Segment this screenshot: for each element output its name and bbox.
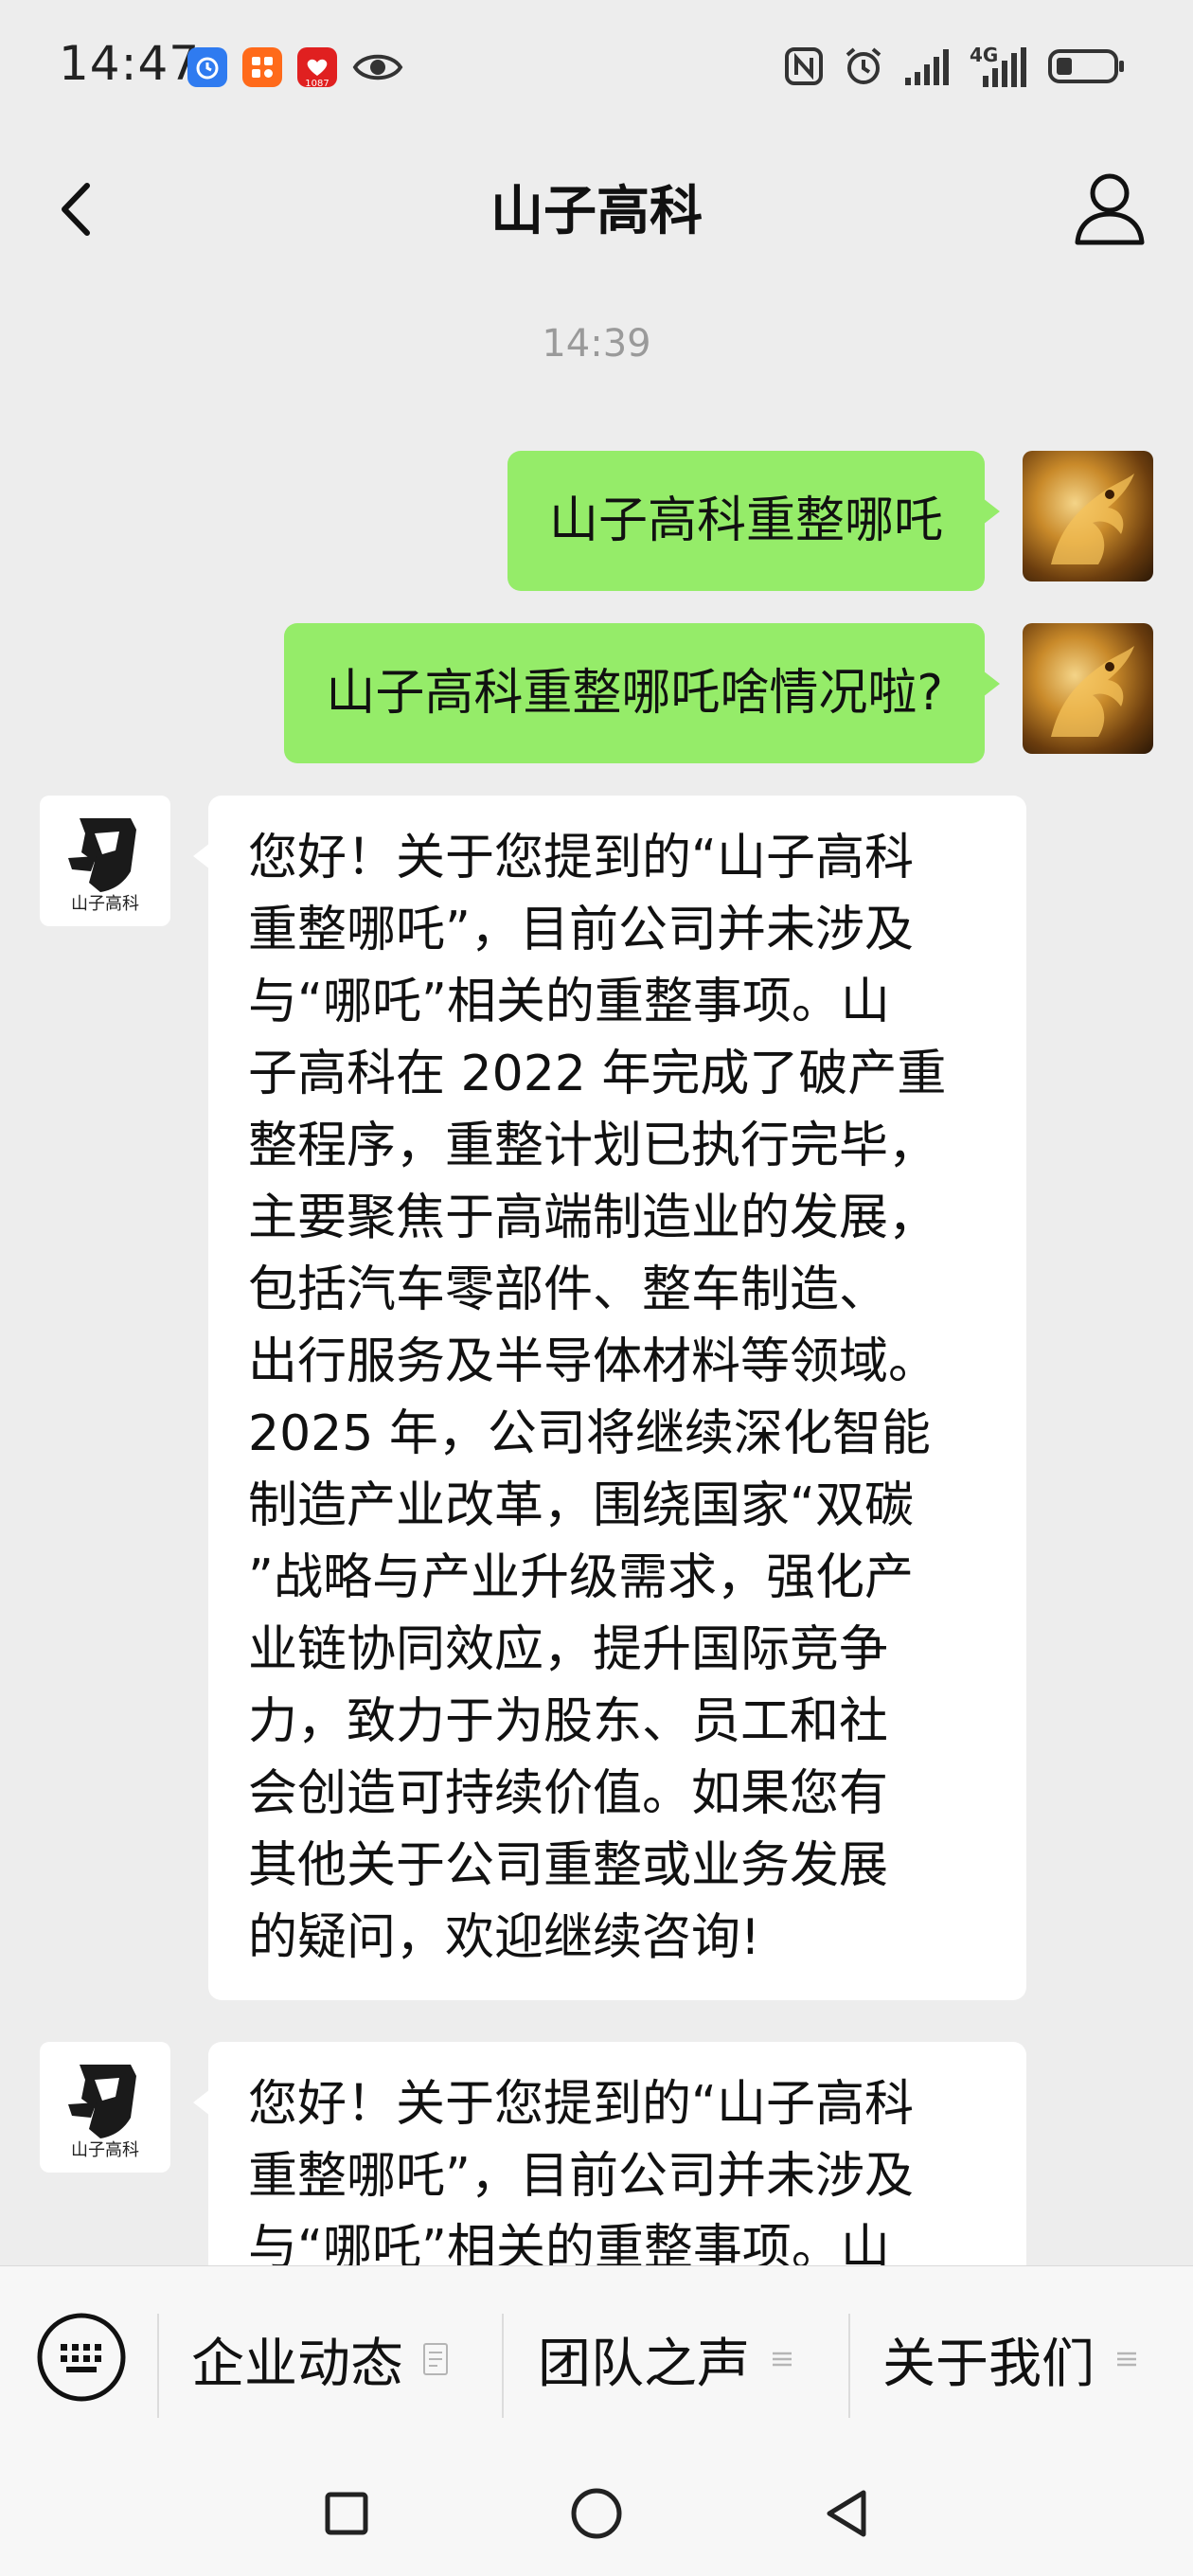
incoming-message[interactable]: 您好！关于您提到的“山子高科 重整哪吒”，目前公司并未涉及 与“哪吒”相关的重整… (193, 2042, 1026, 2265)
message-line: 您好！关于您提到的“山子高科 (248, 830, 914, 886)
message-line: 重整哪吒”，目前公司并未涉及 (248, 902, 914, 958)
menu-item-label: 关于我们 (882, 2333, 1095, 2395)
person-icon (1075, 173, 1145, 245)
recent-apps-button[interactable] (311, 2478, 383, 2549)
menu-item-company-news[interactable]: 企业动态 (191, 2312, 449, 2406)
4g-signal-icon: 4G (970, 44, 1028, 89)
message-line: 整程序，重整计划已执行完毕， (248, 1118, 938, 1174)
menu-item-team-voice[interactable]: 团队之声 (538, 2312, 795, 2406)
pinduoduo-badge: 1087 (305, 79, 329, 89)
eye-icon (352, 47, 403, 87)
menu-item-label: 企业动态 (191, 2333, 403, 2395)
back-nav-button[interactable] (810, 2478, 882, 2549)
message-line: 子高科在 2022 年完成了破产重 (248, 1046, 947, 1102)
message-line: 出行服务及半导体材料等领域。 (248, 1333, 938, 1390)
menu-lines-icon (773, 2352, 792, 2367)
home-circle-icon (571, 2488, 622, 2539)
message-line: 与“哪吒”相关的重整事项。山 (248, 974, 890, 1030)
service-menu-bar: 企业动态 团队之声 关于我们 (0, 2265, 1193, 2452)
message-line: 其他关于公司重整或业务发展 (248, 1837, 889, 1894)
message-line: 您好！关于您提到的“山子高科 (248, 2076, 914, 2133)
message-line: 制造产业改革，围绕国家“双碳 (248, 1477, 914, 1534)
nfc-icon (784, 46, 824, 90)
status-app-icons: 1087 (187, 44, 403, 91)
message-text: 山子高科重整哪吒 (548, 492, 943, 549)
menu-lines-icon (1117, 2352, 1136, 2367)
status-right-icons: 4G (784, 42, 1127, 95)
chat-area[interactable]: 14:39 山子高科重整哪吒 山子高科重整哪吒啥情况啦? 山子高科 您好！关于您… (0, 284, 1193, 2265)
outgoing-message[interactable]: 山子高科重整哪吒 (507, 451, 1001, 591)
logo-text: 山子高科 (71, 894, 139, 914)
menu-divider (502, 2314, 504, 2418)
grid-app-icon (242, 47, 282, 87)
status-bar: 14:47 1087 4G (0, 0, 1193, 133)
document-icon (423, 2343, 448, 2375)
incoming-message[interactable]: 您好！关于您提到的“山子高科 重整哪吒”，目前公司并未涉及 与“哪吒”相关的重整… (193, 796, 1026, 2000)
keyboard-toggle-button[interactable] (34, 2310, 129, 2405)
chat-header: 山子高科 (0, 133, 1193, 284)
message-text: 山子高科重整哪吒啥情况啦? (326, 665, 943, 722)
pinduoduo-app-icon: 1087 (297, 47, 337, 89)
message-line: 包括汽车零部件、整车制造、 (248, 1261, 889, 1318)
message-line: 力，致力于为股东、员工和社 (248, 1693, 889, 1750)
dragon-avatar-image (1051, 646, 1134, 737)
battery-icon (1047, 45, 1127, 91)
back-triangle-icon (827, 2490, 866, 2537)
menu-item-about-us[interactable]: 关于我们 (882, 2312, 1140, 2406)
message-line: ”战略与产业升级需求，强化产 (248, 1549, 914, 1606)
dragon-avatar-image (1051, 474, 1134, 564)
outgoing-message[interactable]: 山子高科重整哪吒啥情况啦? (284, 623, 1000, 763)
home-button[interactable] (561, 2478, 632, 2549)
message-line: 会创造可持续价值。如果您有 (248, 1765, 889, 1822)
company-avatar[interactable]: 山子高科 (40, 2042, 170, 2173)
keyboard-icon (37, 2313, 126, 2402)
chat-screen: 14:47 1087 4G 山子高科 14:39 山子高科重整哪吒 山子高科重整… (0, 0, 1193, 2576)
message-timestamp: 14:39 (542, 322, 651, 366)
message-line: 的疑问，欢迎继续咨询! (248, 1909, 760, 1966)
system-nav-bar (0, 2451, 1193, 2576)
logo-text: 山子高科 (71, 2140, 139, 2160)
user-avatar[interactable] (1023, 623, 1153, 754)
message-line: 业链协同效应，提升国际竞争 (248, 1621, 889, 1678)
wifi-signal-icon (903, 45, 951, 91)
user-avatar[interactable] (1023, 451, 1153, 581)
message-line: 与“哪吒”相关的重整事项。山 (248, 2220, 890, 2265)
menu-divider (848, 2314, 850, 2418)
message-line: 主要聚焦于高端制造业的发展， (248, 1190, 938, 1246)
menu-item-label: 团队之声 (538, 2333, 750, 2395)
status-time: 14:47 (59, 36, 201, 91)
alarm-clock-icon (843, 45, 884, 91)
recent-apps-square-icon (325, 2492, 368, 2535)
message-line: 2025 年，公司将继续深化智能 (248, 1405, 931, 1462)
profile-button[interactable] (1064, 161, 1155, 252)
alarm-app-icon (187, 47, 227, 87)
company-avatar[interactable]: 山子高科 (40, 796, 170, 926)
page-title: 山子高科 (490, 181, 703, 242)
message-line: 重整哪吒”，目前公司并未涉及 (248, 2148, 914, 2205)
menu-divider (157, 2314, 159, 2418)
